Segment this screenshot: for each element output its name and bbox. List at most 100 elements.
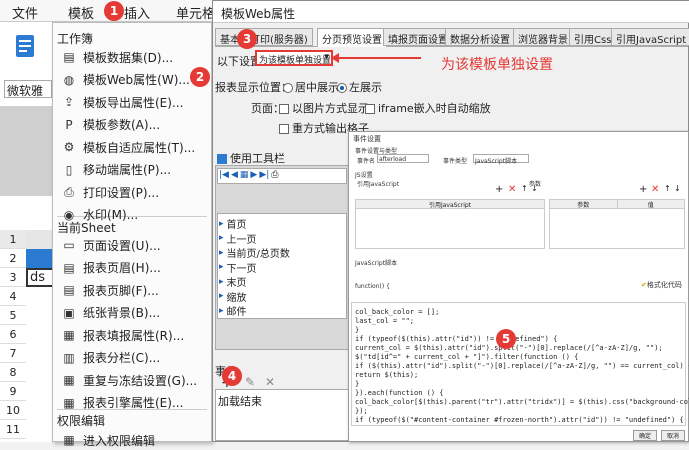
step-badge-2: 2	[190, 67, 210, 87]
event-settings-dialog: 事件设置 事件设置与类型 事件名 afterload 事件类型 JavaScri…	[348, 131, 689, 442]
row-header[interactable]: 2	[0, 249, 26, 268]
toolbar-list-item[interactable]: ▸ 邮件	[219, 303, 247, 319]
add-param-icon[interactable]: +	[639, 184, 647, 195]
step-badge-5: 5	[496, 329, 516, 349]
opt-image-check[interactable]: 以图片方式显示	[279, 100, 369, 116]
mobile-icon: ▯	[65, 162, 73, 177]
adaptive-icon: ⚙	[63, 140, 75, 154]
row-header[interactable]: 1	[0, 230, 26, 249]
remove-ref-icon[interactable]: ✕	[508, 184, 516, 195]
tab-4[interactable]: 数据分析设置	[445, 28, 515, 46]
menu-item-freeze[interactable]: ▦ 重复与冻结设置(G)...	[61, 370, 209, 390]
prev-page-icon: ▸	[219, 233, 224, 243]
move-up-icon[interactable]: ↑	[521, 184, 528, 193]
background-icon: ▣	[63, 305, 75, 320]
menu-item-footer[interactable]: ▤ 报表页脚(F)...	[61, 280, 209, 300]
toolbar-list-item[interactable]: ▸ 末页	[219, 274, 247, 290]
opt-iframe-check[interactable]: iframe嵌入时自动缩放	[365, 100, 491, 116]
print-button-icon[interactable]: ⎙	[271, 170, 278, 182]
menu-item-printer[interactable]: ⎙ 打印设置(P)...	[61, 182, 209, 202]
ok-button[interactable]: 确定	[633, 430, 657, 441]
param-up-icon[interactable]: ↑	[664, 184, 671, 193]
menu-template[interactable]: 模板	[68, 3, 94, 22]
menu-item-mobile[interactable]: ▯ 移动端属性(P)...	[61, 160, 209, 180]
param-down-icon[interactable]: ↓	[674, 184, 681, 193]
toolbar-list-item[interactable]: ▸ 上一页	[219, 231, 257, 246]
columns-icon: ▥	[63, 350, 75, 365]
menu-item-header[interactable]: ▤ 报表页眉(H)...	[61, 258, 209, 278]
menu-item-engine[interactable]: ▦ 报表引擎属性(E)...	[61, 393, 209, 413]
header-icon: ▤	[63, 260, 75, 275]
row-header[interactable]: 7	[0, 344, 26, 363]
menu-item-adaptive[interactable]: ⚙ 模板自适应属性(T)...	[61, 137, 209, 157]
event-type-select[interactable]: JavaScript脚本	[473, 154, 529, 165]
step-badge-3: 3	[237, 29, 257, 49]
cell-ds[interactable]: ds	[26, 268, 55, 287]
radio-icon	[283, 83, 293, 93]
event-name-label: 事件名	[357, 158, 376, 165]
code-line: last_col = "";	[355, 317, 415, 325]
menu-cell[interactable]: 单元格	[176, 3, 215, 22]
ruler-area	[0, 106, 55, 196]
menu-item-page-setup[interactable]: ▭ 页面设置(U)...	[61, 235, 209, 255]
tab-6[interactable]: 引用Css	[569, 28, 617, 46]
row-header[interactable]: 5	[0, 306, 26, 325]
format-code-button[interactable]: ✔格式化代码	[641, 280, 682, 290]
prev-button-icon[interactable]: ◀	[231, 170, 238, 182]
chevron-down-icon: ▾	[324, 52, 329, 62]
setting-select[interactable]: 为该模板单独设置 ▾	[255, 50, 333, 66]
event-item[interactable]: 加载结束	[216, 390, 348, 412]
page-button-icon[interactable]: ▦	[240, 170, 249, 182]
font-name-select[interactable]: 微软雅	[4, 80, 52, 98]
row-header[interactable]: 3	[0, 268, 26, 287]
next-page-icon: ▸	[219, 262, 224, 272]
lock-icon: ▦	[63, 433, 75, 447]
checkbox-icon	[365, 104, 375, 114]
row-header[interactable]: 11	[0, 420, 26, 439]
menu-item-form[interactable]: ▦ 报表填报属性(R)...	[61, 325, 209, 345]
menu-item-watermark[interactable]: ◉ 水印(M)...	[61, 205, 209, 225]
next-button-icon[interactable]: ▶	[250, 170, 257, 182]
toolbar-list-item[interactable]: ▸ 缩放	[219, 289, 247, 304]
tab-2[interactable]: 分页预览设置	[317, 28, 387, 47]
cancel-button[interactable]: 取消	[661, 430, 685, 441]
toolbar-list-item[interactable]: ▸ 下一页	[219, 260, 257, 275]
row-header[interactable]: 6	[0, 325, 26, 344]
menu-insert[interactable]: 插入	[124, 3, 150, 22]
menu-item-background[interactable]: ▣ 纸张背景(B)...	[61, 303, 209, 323]
menu-item-columns[interactable]: ▥ 报表分栏(C)...	[61, 348, 209, 368]
selected-cell[interactable]	[26, 249, 55, 268]
col-param: 参数	[550, 200, 617, 209]
tab-7[interactable]: 引用JavaScript	[611, 28, 689, 46]
menu-item-export[interactable]: ⇪ 模板导出属性(E)...	[61, 92, 209, 112]
move-down-icon[interactable]: ↓	[531, 184, 538, 193]
last-button-icon[interactable]: ▶|	[259, 170, 269, 182]
js-section: JS设置	[355, 172, 373, 179]
edit-event-icon[interactable]: ✎	[245, 375, 255, 389]
menu-item-permission[interactable]: ▦ 进入权限编辑	[61, 430, 209, 450]
code-line: col_back_color[$(this).parent("tr").attr…	[355, 398, 689, 406]
toolbar-check[interactable]: 使用工具栏	[217, 150, 285, 166]
fn-header: function() {	[355, 283, 390, 290]
menu-item-parameter[interactable]: P 模板参数(A)...	[61, 115, 209, 135]
remove-param-icon[interactable]: ✕	[651, 184, 659, 195]
menu-file[interactable]: 文件	[12, 3, 38, 22]
arrow-head-icon	[331, 53, 339, 63]
radio-center[interactable]: 居中展示	[283, 79, 339, 95]
row-header[interactable]: 8	[0, 363, 26, 382]
first-button-icon[interactable]: |◀	[219, 170, 229, 182]
toolbar-list-item[interactable]: ▸ 当前页/总页数	[219, 245, 290, 261]
toolbar-list-item[interactable]: ▸ 首页	[219, 216, 247, 232]
menu-item-dataset[interactable]: ▤ 模板数据集(D)...	[61, 47, 209, 67]
delete-event-icon[interactable]: ✕	[265, 375, 275, 389]
menu-item-globe[interactable]: ◍ 模板Web属性(W)...	[61, 70, 209, 90]
tab-3[interactable]: 填报页面设置	[383, 28, 453, 46]
add-ref-icon[interactable]: +	[495, 184, 503, 195]
row-header[interactable]: 10	[0, 401, 26, 420]
row-header[interactable]: 4	[0, 287, 26, 306]
radio-left[interactable]: 左展示	[337, 79, 382, 95]
template-icon[interactable]	[14, 34, 36, 60]
event-name-input[interactable]: afterload	[377, 154, 429, 163]
tab-5[interactable]: 浏览器背景	[513, 28, 573, 46]
row-header[interactable]: 9	[0, 382, 26, 401]
